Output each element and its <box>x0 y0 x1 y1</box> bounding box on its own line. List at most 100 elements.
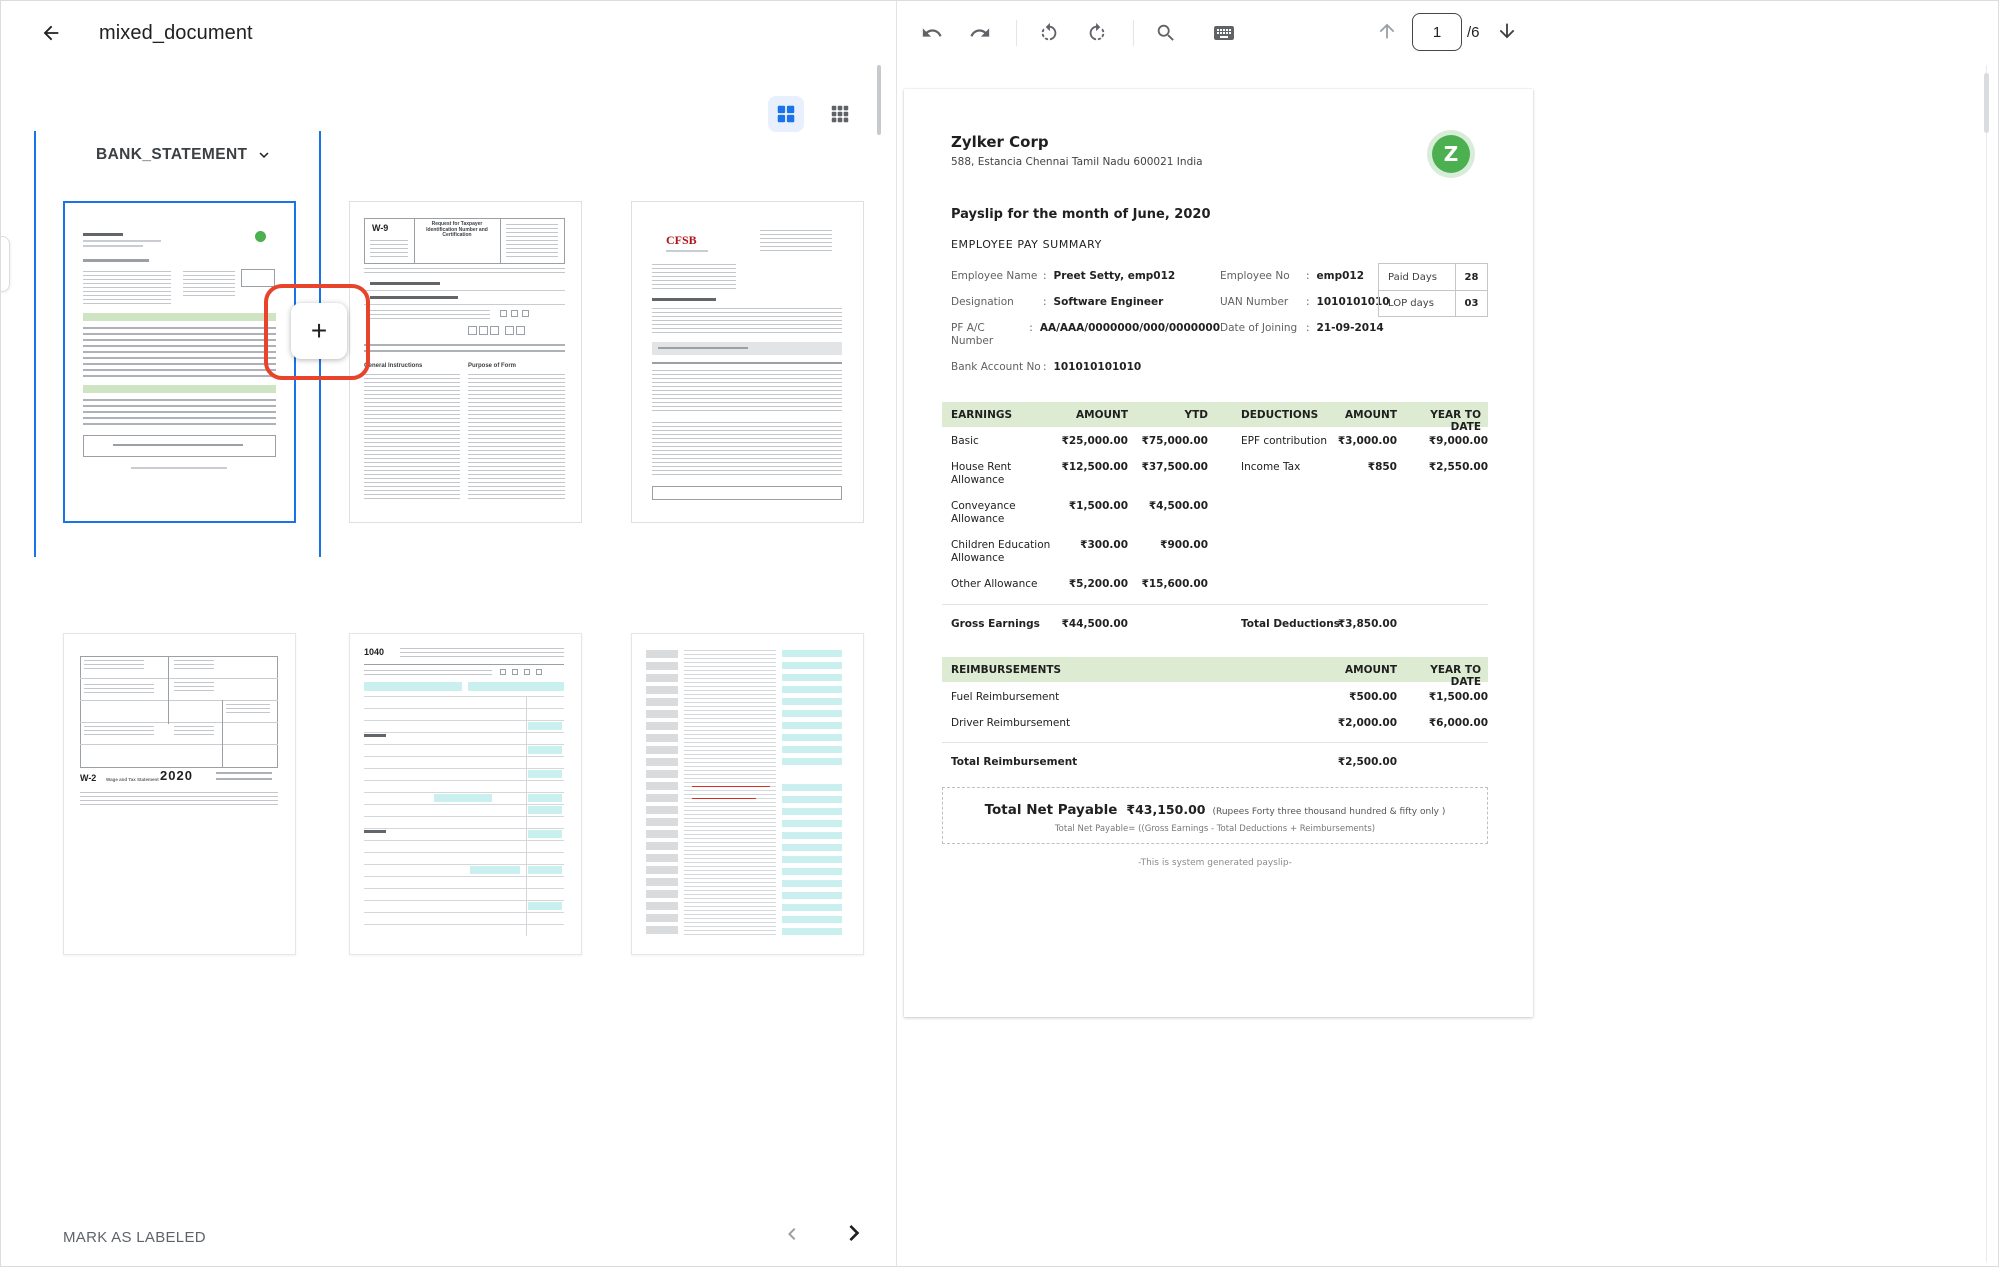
chevron-down-icon <box>255 146 273 164</box>
thumbnail-form-label: 1040 <box>364 648 384 658</box>
prev-group-button[interactable] <box>780 1222 804 1249</box>
thumbnail-cfsb[interactable]: CFSB <box>631 201 864 523</box>
earnings-row: House Rent Allowance₹12,500.00₹37,500.00 <box>942 453 1208 492</box>
thumbnail-section-label: General Instructions <box>364 363 422 370</box>
grid-2x2-icon <box>775 103 797 125</box>
redo-icon <box>969 22 991 44</box>
reimbursement-total-row: Total Reimbursement₹2,500.00 <box>942 742 1488 768</box>
arrow-up-icon <box>1376 20 1398 42</box>
left-footer: MARK AS LABELED <box>1 1208 896 1266</box>
document-page[interactable]: Zylker Corp 588, Estancia Chennai Tamil … <box>904 89 1533 1017</box>
info-field: Designation:Software Engineer <box>951 296 1220 309</box>
document-title: mixed_document <box>99 22 253 45</box>
next-group-button[interactable] <box>838 1217 870 1252</box>
app-root: mixed_document BANK_STATEMENT <box>0 0 1999 1267</box>
deductions-row: EPF contribution₹3,000.00₹9,000.00 <box>1241 427 1488 453</box>
thumbnail-preview <box>632 634 863 954</box>
lop-days-row: LOP days03 <box>1379 290 1487 316</box>
rotate-left-icon <box>1038 22 1060 44</box>
net-payable-formula: Total Net Payable= ((Gross Earnings - To… <box>949 824 1481 834</box>
rotate-left-button[interactable] <box>1027 11 1071 55</box>
reimbursement-row: Fuel Reimbursement₹500.00₹1,500.00 <box>942 682 1488 708</box>
net-payable-box: Total Net Payable ₹43,150.00 (Rupees Forty… <box>942 787 1488 844</box>
search-button[interactable] <box>1144 11 1188 55</box>
previous-page-button[interactable] <box>1376 20 1398 45</box>
chevron-left-icon <box>780 1222 804 1246</box>
totals-row: Gross Earnings₹44,500.00 Total Deduction… <box>942 604 1488 630</box>
thumbnail-section-label: Purpose of Form <box>468 363 516 370</box>
viewer-scrollbar-track[interactable] <box>1986 65 1987 1262</box>
pay-summary-heading: EMPLOYEE PAY SUMMARY <box>951 238 1488 251</box>
left-header: mixed_document <box>1 1 896 65</box>
thumbnail-form-label: W-2 <box>80 774 96 784</box>
thumbnail-year: 2020 <box>160 769 193 783</box>
reimbursements-header: REIMBURSEMENTS AMOUNT YEAR TO DATE <box>942 657 1488 682</box>
toolbar-divider <box>1133 20 1134 46</box>
payslip-header: Zylker Corp 588, Estancia Chennai Tamil … <box>951 133 1488 173</box>
redo-button[interactable] <box>958 11 1002 55</box>
add-page-to-group-button[interactable]: + <box>291 303 347 359</box>
rotate-right-button[interactable] <box>1075 11 1119 55</box>
earnings-deductions-table: EARNINGS AMOUNT YTD DEDUCTIONS AMOUNT YE… <box>942 402 1488 868</box>
payslip-footer-note: -This is system generated payslip- <box>942 858 1488 868</box>
company-logo: Z <box>1432 135 1470 173</box>
viewer-scrollbar-thumb[interactable] <box>1984 73 1989 133</box>
page-navigator: /6 <box>1376 13 1518 51</box>
rotate-right-icon <box>1086 22 1108 44</box>
payslip-title: Payslip for the month of June, 2020 <box>951 207 1488 222</box>
mark-as-labeled-button[interactable]: MARK AS LABELED <box>63 1229 206 1246</box>
deductions-row: Income Tax₹850₹2,550.00 <box>1241 453 1488 479</box>
view-toggles <box>768 96 858 132</box>
earnings-row: Children Education Allowance₹300.00₹900.… <box>942 531 1208 570</box>
toolbar-divider <box>1016 20 1017 46</box>
grid-3x3-icon <box>829 103 851 125</box>
paid-days-row: Paid Days28 <box>1379 264 1487 290</box>
thumbnail-tax-form[interactable] <box>631 633 864 955</box>
net-payable-words: (Rupees Forty three thousand hundred & f… <box>1212 807 1445 817</box>
group-label-bank-statement[interactable]: BANK_STATEMENT <box>96 146 273 164</box>
thumbnail-bank-logo-text: CFSB <box>666 234 697 247</box>
group-label-text: BANK_STATEMENT <box>96 146 247 164</box>
arrow-down-icon <box>1496 20 1518 42</box>
thumbnail-form-label: W-9 <box>372 224 388 234</box>
thumbnail-form-title: Request for Taxpayer Identification Numb… <box>418 222 496 239</box>
company-address: 588, Estancia Chennai Tamil Nadu 600021 … <box>951 156 1203 168</box>
thumbnail-w9[interactable]: W-9 Request for Taxpayer Identification … <box>349 201 582 523</box>
page-total-label: /6 <box>1467 24 1480 41</box>
reimbursement-row: Driver Reimbursement₹2,000.00₹6,000.00 <box>942 708 1488 734</box>
thumbnail-preview: W-9 Request for Taxpayer Identification … <box>350 202 581 522</box>
thumbnail-payslip[interactable] <box>63 201 296 523</box>
left-panel: mixed_document BANK_STATEMENT <box>1 1 897 1266</box>
earnings-deductions-header: EARNINGS AMOUNT YTD DEDUCTIONS AMOUNT YE… <box>942 402 1488 427</box>
grid-view-button[interactable] <box>768 96 804 132</box>
earnings-row: Other Allowance₹5,200.00₹15,600.00 <box>942 570 1208 596</box>
thumbnail-form-caption: Wage and Tax Statement <box>106 777 159 782</box>
net-payable-label: Total Net Payable <box>985 802 1118 818</box>
thumbnail-area: BANK_STATEMENT <box>1 65 896 1208</box>
next-page-button[interactable] <box>1496 20 1518 45</box>
search-icon <box>1155 22 1177 44</box>
undo-icon <box>921 22 943 44</box>
dense-grid-view-button[interactable] <box>822 96 858 132</box>
page-number-input[interactable] <box>1412 13 1462 51</box>
paid-days-box: Paid Days28 LOP days03 <box>1378 263 1488 317</box>
earnings-row: Basic₹25,000.00₹75,000.00 <box>942 427 1208 453</box>
undo-button[interactable] <box>910 11 954 55</box>
info-field: Employee Name:Preet Setty, emp012 <box>951 270 1220 283</box>
thumbnail-preview <box>65 203 294 521</box>
thumbnail-preview: CFSB <box>632 202 863 522</box>
company-name: Zylker Corp <box>951 133 1203 151</box>
info-field: PF A/C Number:AA/AAA/0000000/000/0000000 <box>951 322 1220 348</box>
thumbnail-preview: 1040 <box>350 634 581 954</box>
info-field: Bank Account No:101010101010 <box>951 361 1220 374</box>
back-button[interactable] <box>31 13 71 53</box>
panel-collapse-handle[interactable] <box>1 236 10 292</box>
viewer-panel: /6 Zylker Corp 588, Estancia Chennai Tam… <box>898 1 1999 1266</box>
thumbnail-1040[interactable]: 1040 <box>349 633 582 955</box>
keyboard-shortcuts-button[interactable] <box>1202 11 1246 55</box>
thumbnail-w2[interactable]: W-2 Wage and Tax Statement 2020 <box>63 633 296 955</box>
net-payable-value: ₹43,150.00 <box>1126 802 1205 817</box>
earnings-row: Conveyance Allowance₹1,500.00₹4,500.00 <box>942 492 1208 531</box>
scrollbar-thumb[interactable] <box>877 65 881 135</box>
arrow-left-icon <box>40 22 62 44</box>
